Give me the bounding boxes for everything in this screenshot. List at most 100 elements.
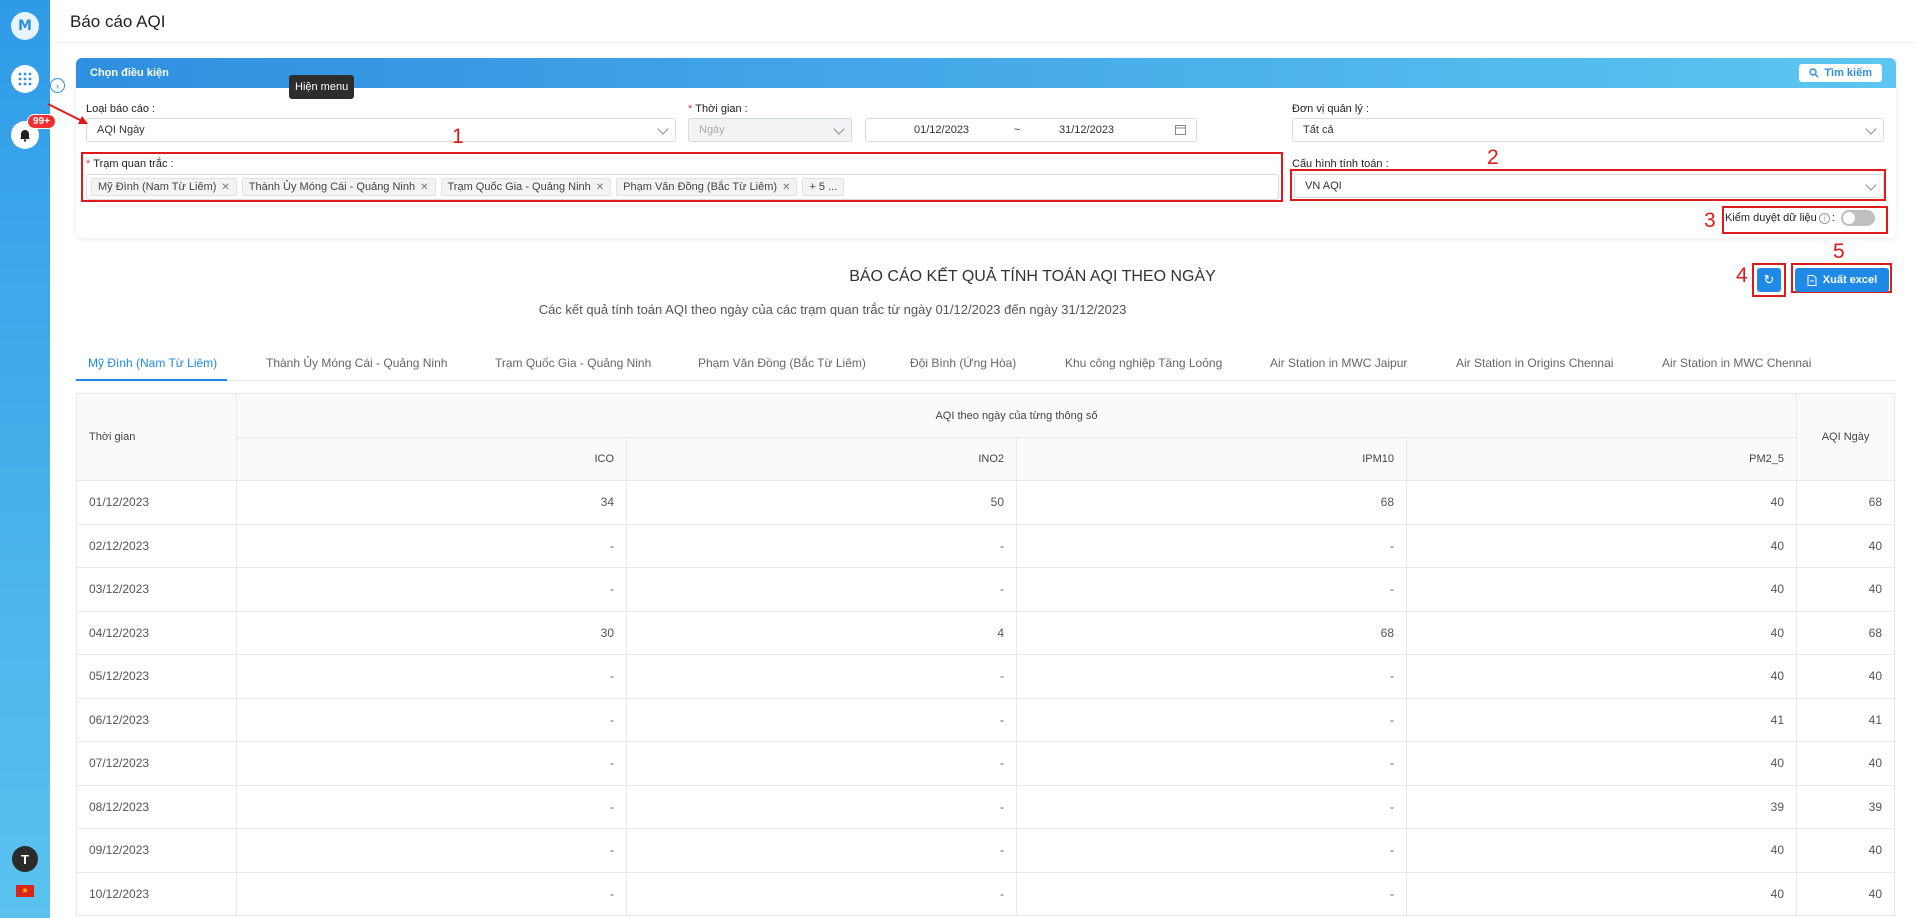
tab-station[interactable]: Khu công nghiệp Tầng Loỏng <box>1065 356 1222 370</box>
tab-station[interactable]: Air Station in Origins Chennai <box>1456 356 1613 370</box>
cell-date: 10/12/2023 <box>76 871 237 916</box>
header-ipm10: IPM10 <box>1016 437 1407 481</box>
cell-value: - <box>1016 828 1407 873</box>
station-tabs: Mỹ Đình (Nam Từ Liêm) Thành Ủy Móng Cái … <box>76 350 1896 381</box>
time-label: * Thời gian : <box>688 103 748 115</box>
cell-value: - <box>236 871 627 916</box>
annotation-number-1: 1 <box>452 125 464 148</box>
cell-date: 07/12/2023 <box>76 741 237 786</box>
tab-station[interactable]: Air Station in MWC Chennai <box>1662 356 1811 370</box>
date-to[interactable]: 31/12/2023 <box>1059 124 1114 136</box>
cell-value: - <box>626 697 1017 742</box>
cell-value: 41 <box>1796 697 1896 742</box>
refresh-button[interactable]: ↻ <box>1757 268 1781 292</box>
date-from[interactable]: 01/12/2023 <box>914 124 969 136</box>
annotation-number-3: 3 <box>1704 209 1716 232</box>
cell-value: - <box>1016 654 1407 699</box>
tab-station[interactable]: Phạm Văn Đồng (Bắc Từ Liêm) <box>698 356 866 370</box>
table-row: 03/12/2023- - -40 40 <box>76 567 1896 612</box>
vietnam-flag-icon[interactable]: ★ <box>16 885 34 897</box>
report-title: BÁO CÁO KẾT QUẢ TÍNH TOÁN AQI THEO NGÀY <box>849 268 1216 285</box>
report-type-value: AQI Ngày <box>97 124 145 136</box>
cell-value: 34 <box>236 480 627 525</box>
cell-value: - <box>236 654 627 699</box>
search-button[interactable]: Tìm kiếm <box>1799 64 1882 82</box>
cell-value: - <box>236 697 627 742</box>
cell-value: - <box>236 523 627 568</box>
annotation-number-2: 2 <box>1487 146 1499 169</box>
annotation-box-3 <box>1722 206 1888 234</box>
chevron-down-icon <box>1865 123 1877 135</box>
time-value: Ngày <box>699 124 725 136</box>
annotation-arrow-icon <box>47 103 88 124</box>
user-avatar[interactable]: T <box>12 846 38 872</box>
cell-value: - <box>626 871 1017 916</box>
table-row: 06/12/2023- - -41 41 <box>76 697 1896 742</box>
date-range-picker[interactable]: 01/12/2023 ~ 31/12/2023 <box>865 118 1197 142</box>
cell-value: 68 <box>1796 480 1896 525</box>
tab-station[interactable]: Đội Bình (Ứng Hòa) <box>910 356 1016 370</box>
cell-value: 40 <box>1405 523 1798 568</box>
cell-value: - <box>236 741 627 786</box>
cell-date: 02/12/2023 <box>76 523 237 568</box>
page-title: Báo cáo AQI <box>70 12 166 31</box>
cell-value: 50 <box>626 480 1017 525</box>
expand-menu-icon[interactable]: › <box>50 78 65 93</box>
cell-value: - <box>626 828 1017 873</box>
apps-grid-icon[interactable] <box>11 65 39 93</box>
header-aqi-day: AQI Ngày <box>1796 393 1896 481</box>
cell-value: 40 <box>1796 567 1896 612</box>
report-type-select[interactable]: AQI Ngày <box>86 118 676 142</box>
table-row: 10/12/2023- - -40 40 <box>76 871 1896 916</box>
header-ico: ICO <box>236 437 627 481</box>
cell-value: - <box>236 784 627 829</box>
app-logo-icon[interactable]: M <box>11 12 39 40</box>
report-type-label: Loại báo cáo : <box>86 103 156 115</box>
table-row: 09/12/2023- - -40 40 <box>76 828 1896 873</box>
chevron-down-icon <box>657 123 669 135</box>
refresh-icon: ↻ <box>1763 272 1775 287</box>
cell-value: - <box>1016 697 1407 742</box>
annotation-number-5: 5 <box>1833 240 1845 263</box>
title-divider <box>50 42 1915 43</box>
tab-station[interactable]: Air Station in MWC Jaipur <box>1270 356 1407 370</box>
cell-value: 40 <box>1796 654 1896 699</box>
export-excel-button[interactable]: Xuất excel <box>1795 268 1889 292</box>
cell-value: - <box>626 784 1017 829</box>
aqi-table: Thời gian AQI theo ngày của từng thông s… <box>76 393 1896 916</box>
tab-station[interactable]: Mỹ Đình (Nam Từ Liêm) <box>88 356 217 370</box>
cell-value: - <box>1016 741 1407 786</box>
cell-value: 39 <box>1796 784 1896 829</box>
tab-station[interactable]: Thành Ủy Móng Cái - Quảng Ninh <box>266 356 447 370</box>
cell-value: 4 <box>626 610 1017 655</box>
annotation-box-1 <box>81 152 1283 202</box>
sidebar: M 99+ T ★ <box>0 0 56 918</box>
search-icon <box>1809 68 1819 78</box>
table-row: 07/12/2023- - -40 40 <box>76 741 1896 786</box>
cell-value: 40 <box>1405 567 1798 612</box>
cell-value: 40 <box>1796 828 1896 873</box>
cell-value: 40 <box>1796 523 1896 568</box>
cell-value: 39 <box>1405 784 1798 829</box>
annotation-box-2 <box>1290 169 1886 201</box>
cell-value: - <box>1016 871 1407 916</box>
table-row: 08/12/2023- - -39 39 <box>76 784 1896 829</box>
cell-value: - <box>1016 567 1407 612</box>
header-param-group: AQI theo ngày của từng thông số <box>235 393 1798 438</box>
tab-station[interactable]: Trạm Quốc Gia - Quảng Ninh <box>495 356 651 370</box>
cell-value: - <box>236 828 627 873</box>
cell-date: 08/12/2023 <box>76 784 237 829</box>
header-time: Thời gian <box>76 393 237 481</box>
chevron-down-icon <box>833 123 845 135</box>
cell-date: 03/12/2023 <box>76 567 237 612</box>
table-row: 02/12/2023- - -40 40 <box>76 523 1896 568</box>
file-icon <box>1807 274 1817 286</box>
cell-value: - <box>236 567 627 612</box>
cell-value: 30 <box>236 610 627 655</box>
cell-value: - <box>626 523 1017 568</box>
cell-value: - <box>626 654 1017 699</box>
report-subtitle: Các kết quả tính toán AQI theo ngày của … <box>538 302 1127 317</box>
date-separator: ~ <box>1014 124 1021 136</box>
unit-select[interactable]: Tất cả <box>1292 118 1884 142</box>
cell-value: - <box>1016 784 1407 829</box>
